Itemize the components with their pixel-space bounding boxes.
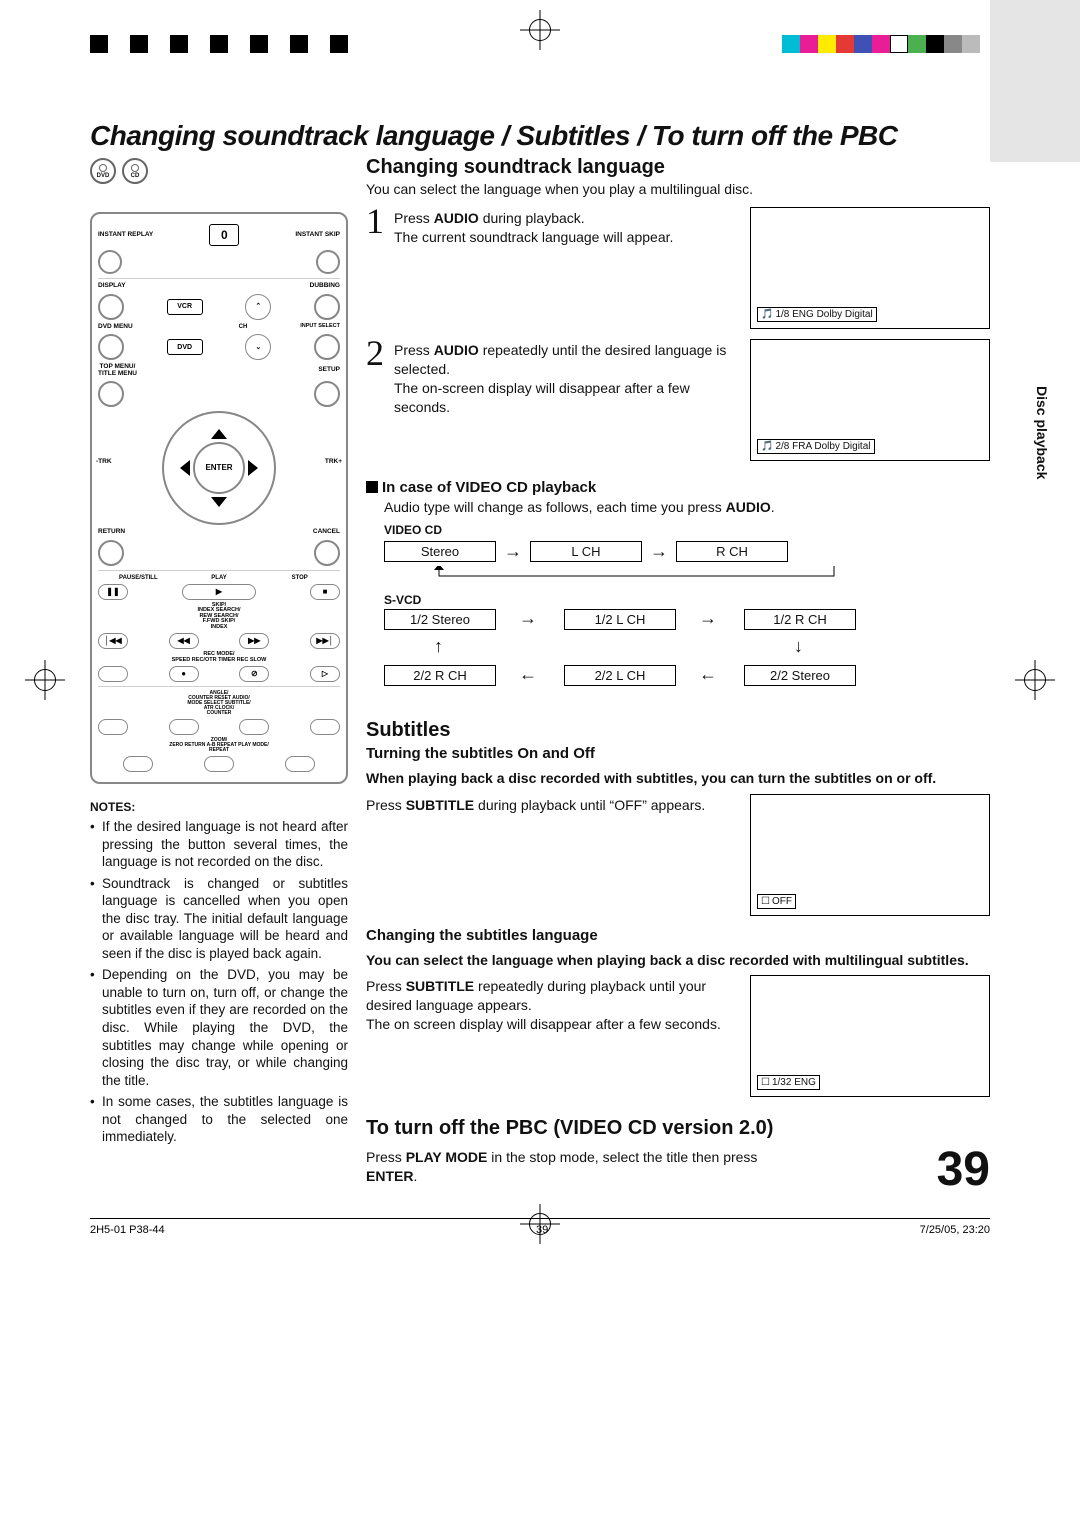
zoom-btn [123, 756, 153, 772]
enter-btn: ENTER [193, 442, 245, 494]
timer-rec-btn: ⊘ [239, 666, 269, 682]
osd-box: ☐OFF [750, 794, 990, 916]
dvd-menu-btn [98, 334, 124, 360]
subtitle-turn-heading: Turning the subtitles On and Off [366, 744, 990, 764]
rec-mode-btn [98, 666, 128, 682]
osd-box: 🎵1/8 ENG Dolby Digital [750, 207, 990, 329]
osd-tag: ☐1/32 ENG [757, 1075, 820, 1090]
rew-btn: ◀◀ [169, 633, 199, 649]
return-btn [98, 540, 124, 566]
down-arrow [211, 497, 227, 507]
note-item: If the desired language is not heard aft… [90, 818, 348, 871]
subheading: In case of VIDEO CD playback [366, 479, 990, 496]
page-title: Changing soundtrack language / Subtitles… [90, 120, 990, 152]
remote-control-diagram: INSTANT REPLAY 0 INSTANT SKIP DISPLAY DU… [90, 212, 348, 784]
nav-pad: ENTER [162, 411, 276, 525]
flow-label: S-VCD [384, 593, 990, 607]
top-menu-btn [98, 381, 124, 407]
step-text: Press SUBTITLE during playback until “OF… [366, 794, 740, 916]
osd-tag: 🎵1/8 ENG Dolby Digital [757, 307, 877, 322]
subtitle-change-desc: You can select the language when playing… [366, 951, 990, 969]
dubbing-btn [314, 294, 340, 320]
zero-key: 0 [209, 224, 239, 246]
arrow-right-icon: → [699, 609, 717, 627]
arrow-down-icon: ↓ [794, 637, 803, 655]
section-tab: Disc playback [1034, 386, 1050, 479]
cancel-btn [314, 540, 340, 566]
cd-icon: CD [122, 158, 148, 184]
arrow-left-icon: ← [699, 665, 717, 683]
audio-btn [169, 719, 199, 735]
notes-list: If the desired language is not heard aft… [90, 818, 348, 1146]
step-1: 1 Press AUDIO during playback. The curre… [366, 207, 990, 329]
ffwd-btn: ▶▶ [239, 633, 269, 649]
flow-label: VIDEO CD [384, 523, 990, 537]
step-number: 1 [366, 203, 384, 329]
instant-replay-btn [98, 250, 122, 274]
arrow-left-icon: ← [519, 665, 537, 683]
footer-date: 7/25/05, 23:20 [920, 1224, 990, 1236]
osd-box: 🎵2/8 FRA Dolby Digital [750, 339, 990, 461]
registration-mark-bottom [520, 1204, 560, 1244]
note-item: Soundtrack is changed or subtitles langu… [90, 875, 348, 963]
note-item: In some cases, the subtitles language is… [90, 1093, 348, 1146]
subtitle-turn-desc: When playing back a disc recorded with s… [366, 769, 990, 787]
step-text: Press SUBTITLE repeatedly during playbac… [366, 975, 740, 1097]
ch-up-btn: ⌃ [245, 294, 271, 320]
arrow-right-icon: → [504, 542, 522, 560]
arrow-right-icon: → [650, 542, 668, 560]
disc-icons: DVD CD [90, 158, 348, 184]
step-2: 2 Press AUDIO repeatedly until the desir… [366, 339, 990, 461]
clock-btn [310, 719, 340, 735]
section-intro: You can select the language when you pla… [366, 181, 990, 197]
page-number: 39 [937, 1146, 990, 1194]
registration-mark [520, 10, 560, 50]
footer-file: 2H5-01 P38-44 [90, 1224, 165, 1236]
step-text: Press AUDIO repeatedly until the desired… [394, 339, 740, 461]
play-mode-btn [285, 756, 315, 772]
ab-repeat-btn [204, 756, 234, 772]
left-arrow [180, 460, 190, 476]
pbc-step: Press PLAY MODE in the stop mode, select… [366, 1148, 927, 1186]
instant-skip-btn [316, 250, 340, 274]
osd-tag: 🎵2/8 FRA Dolby Digital [757, 439, 875, 454]
subtitle-btn [239, 719, 269, 735]
setup-btn [314, 381, 340, 407]
print-footer: 2H5-01 P38-44 39 7/25/05, 23:20 [0, 1224, 1080, 1266]
stop-btn: ■ [310, 584, 340, 600]
osd-box: ☐1/32 ENG [750, 975, 990, 1097]
section-heading: To turn off the PBC (VIDEO CD version 2.… [366, 1117, 990, 1140]
play-btn: ▶ [182, 584, 256, 600]
pause-btn: ❚❚ [98, 584, 128, 600]
skip-back-btn: │◀◀ [98, 633, 128, 649]
step-number: 2 [366, 335, 384, 461]
vcr-btn: VCR [167, 299, 203, 315]
angle-btn [98, 719, 128, 735]
section-heading: Subtitles [366, 719, 990, 742]
slow-btn: ▷ [310, 666, 340, 682]
svcd-flow: 1/2 Stereo → 1/2 L CH → 1/2 R CH ↑ ↓ 2/2… [384, 609, 884, 699]
note-item: Depending on the DVD, you may be unable … [90, 966, 348, 1089]
rec-btn: ● [169, 666, 199, 682]
subtitle-change-heading: Changing the subtitles language [366, 926, 990, 946]
dvd-icon: DVD [90, 158, 116, 184]
arrow-up-icon: ↑ [434, 637, 443, 655]
videocd-flow: Stereo → L CH → R CH [384, 541, 990, 562]
section-heading: Changing soundtrack language [366, 156, 990, 179]
skip-fwd-btn: ▶▶│ [310, 633, 340, 649]
loop-arrow [384, 566, 884, 584]
display-btn [98, 294, 124, 320]
dvd-btn: DVD [167, 339, 203, 355]
arrow-right-icon: → [519, 609, 537, 627]
step-text: Press AUDIO during playback. The current… [394, 207, 740, 329]
notes-heading: NOTES: [90, 800, 348, 814]
printer-marks [0, 0, 1080, 80]
up-arrow [211, 429, 227, 439]
osd-tag: ☐OFF [757, 894, 796, 909]
ch-down-btn: ⌄ [245, 334, 271, 360]
right-arrow [248, 460, 258, 476]
input-select-btn [314, 334, 340, 360]
